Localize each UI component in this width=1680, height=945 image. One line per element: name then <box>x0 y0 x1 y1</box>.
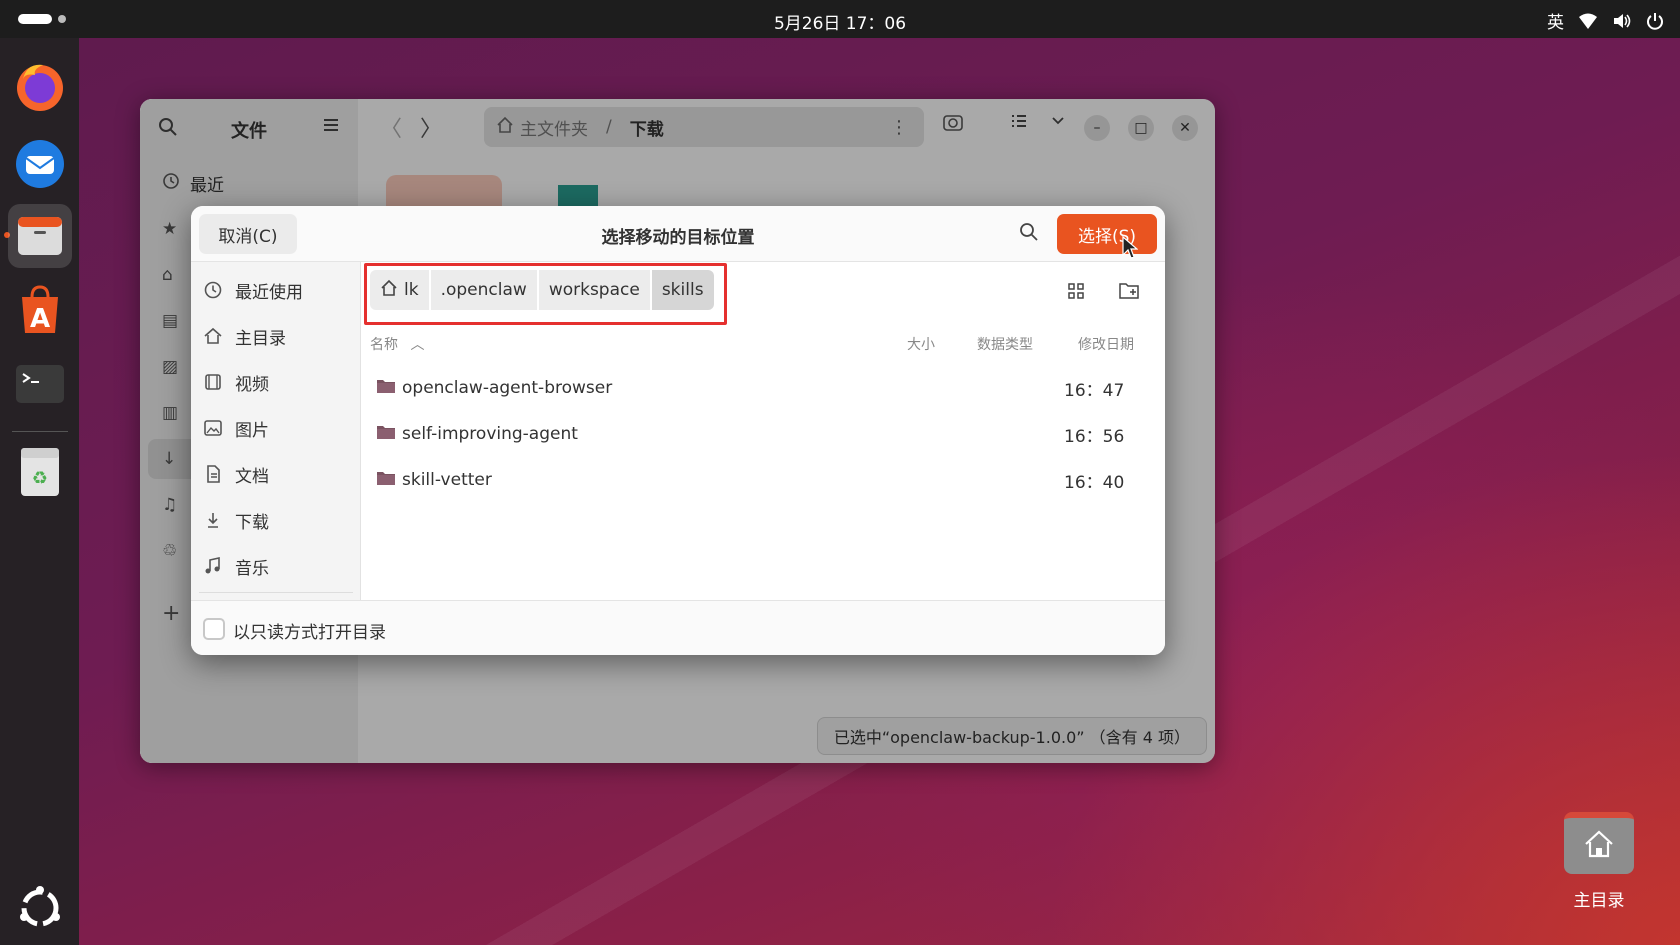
place-home[interactable]: 主目录 <box>203 316 286 356</box>
mouse-cursor-icon <box>1122 235 1139 264</box>
image-icon <box>203 418 223 438</box>
place-downloads[interactable]: 下载 <box>203 500 269 540</box>
place-label: 图片 <box>235 420 269 441</box>
wifi-icon[interactable] <box>1578 12 1598 30</box>
dialog-sidebar: 最近使用 主目录 视频 图片 文档 下载 音乐 <box>191 262 361 600</box>
firefox-icon[interactable] <box>8 54 72 118</box>
input-method-indicator[interactable]: 英 <box>1547 8 1564 33</box>
place-label: 音乐 <box>235 558 269 579</box>
breadcrumb-skills[interactable]: skills <box>651 270 714 310</box>
dialog-file-list: lk .openclaw workspace skills 名称 ︿ 大小 数据… <box>362 262 1165 600</box>
breadcrumb: lk .openclaw workspace skills <box>370 270 714 310</box>
volume-icon[interactable] <box>1612 12 1632 30</box>
row-name: self-improving-agent <box>402 424 578 444</box>
row-modified: 16：40 <box>1064 472 1125 493</box>
readonly-label[interactable]: 以只读方式打开目录 <box>233 618 386 643</box>
place-label: 最近使用 <box>235 282 303 303</box>
place-videos[interactable]: 视频 <box>203 362 269 402</box>
select-button[interactable]: 选择(S) <box>1057 214 1157 254</box>
dialog-footer: 以只读方式打开目录 <box>191 600 1165 655</box>
desktop-home-label[interactable]: 主目录 <box>1540 886 1658 911</box>
row-name: openclaw-agent-browser <box>402 378 613 398</box>
column-label: 名称 <box>370 337 398 353</box>
place-label: 主目录 <box>235 328 286 349</box>
place-label: 视频 <box>235 374 269 395</box>
folder-icon <box>376 424 396 444</box>
place-recent[interactable]: 最近使用 <box>203 270 303 310</box>
system-tray[interactable]: 英 <box>1547 8 1664 33</box>
row-name: skill-vetter <box>402 470 492 490</box>
table-row[interactable]: skill-vetter 16：40 <box>362 458 1165 502</box>
desktop-home-folder[interactable] <box>1564 812 1634 874</box>
row-modified: 16：47 <box>1064 380 1125 401</box>
new-folder-icon[interactable] <box>1118 280 1140 304</box>
breadcrumb-openclaw[interactable]: .openclaw <box>430 270 537 310</box>
svg-text:A: A <box>30 304 50 334</box>
breadcrumb-lk[interactable]: lk <box>370 270 429 310</box>
search-icon[interactable] <box>1019 222 1039 246</box>
folder-icon <box>376 378 396 398</box>
place-pictures[interactable]: 图片 <box>203 408 269 448</box>
document-icon <box>203 464 223 484</box>
terminal-icon[interactable] <box>8 352 72 416</box>
grid-view-icon[interactable] <box>1067 282 1085 304</box>
video-icon <box>203 372 223 392</box>
table-row[interactable]: openclaw-agent-browser 16：47 <box>362 366 1165 410</box>
row-modified: 16：56 <box>1064 426 1125 447</box>
place-label: 下载 <box>235 512 269 533</box>
files-icon[interactable] <box>8 204 72 268</box>
column-header-name[interactable]: 名称 ︿ <box>370 334 424 354</box>
folder-icon <box>376 470 396 490</box>
breadcrumb-workspace[interactable]: workspace <box>538 270 650 310</box>
cancel-button[interactable]: 取消(C) <box>199 214 297 254</box>
top-bar: 5月26日 17：06 英 <box>0 0 1680 38</box>
thunderbird-icon[interactable] <box>8 130 72 194</box>
app-center-icon[interactable]: A <box>8 278 72 342</box>
show-apps-icon[interactable] <box>8 876 72 940</box>
place-music[interactable]: 音乐 <box>203 546 269 586</box>
breadcrumb-label: skills <box>661 280 704 300</box>
home-icon <box>1583 829 1615 863</box>
download-icon <box>203 510 223 530</box>
place-documents[interactable]: 文档 <box>203 454 269 494</box>
readonly-checkbox[interactable] <box>203 618 225 640</box>
home-icon <box>380 279 398 302</box>
music-icon <box>203 556 223 576</box>
dock: A ♻ <box>0 38 79 945</box>
sort-ascending-icon: ︿ <box>410 337 425 353</box>
dialog-header: 取消(C) 选择移动的目标位置 选择(S) <box>191 206 1165 262</box>
breadcrumb-label: .openclaw <box>440 280 527 300</box>
power-icon[interactable] <box>1646 12 1664 30</box>
breadcrumb-label: lk <box>404 280 419 300</box>
column-header-modified[interactable]: 修改日期 <box>1078 334 1134 354</box>
table-row[interactable]: self-improving-agent 16：56 <box>362 412 1165 456</box>
home-icon <box>203 326 223 346</box>
column-header-type[interactable]: 数据类型 <box>977 334 1033 354</box>
clock-icon <box>203 280 223 300</box>
clock[interactable]: 5月26日 17：06 <box>0 9 1680 34</box>
move-to-dialog: 取消(C) 选择移动的目标位置 选择(S) 最近使用 主目录 视频 图片 文档 <box>191 206 1165 655</box>
trash-icon[interactable]: ♻ <box>8 440 72 504</box>
place-label: 文档 <box>235 466 269 487</box>
breadcrumb-label: workspace <box>548 280 640 300</box>
column-header-size[interactable]: 大小 <box>907 334 935 354</box>
svg-text:♻: ♻ <box>32 468 48 489</box>
